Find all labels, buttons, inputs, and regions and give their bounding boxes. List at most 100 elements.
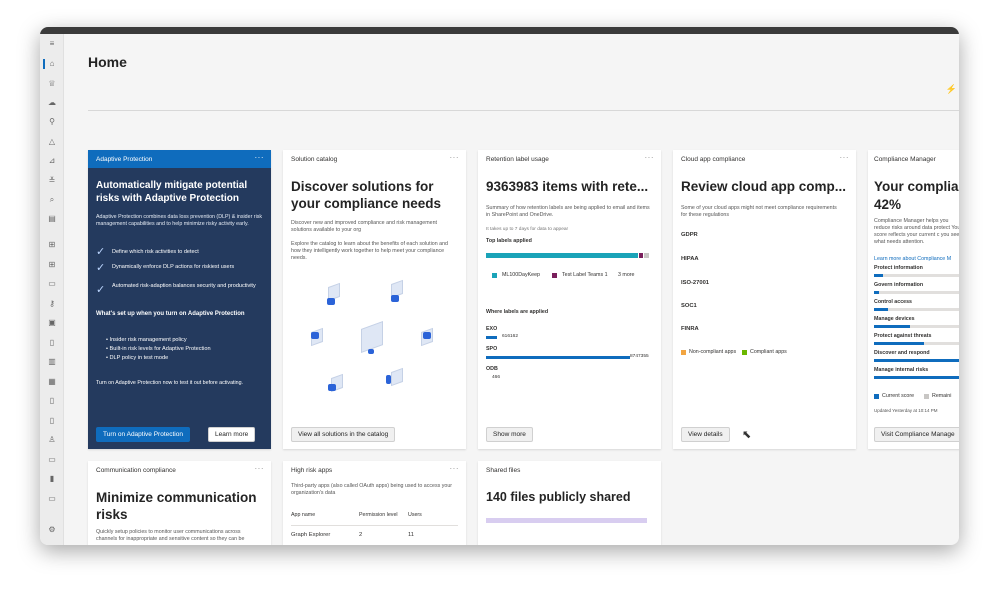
home-icon[interactable]: ⌂: [48, 60, 56, 68]
high-risk-apps-card: High risk apps ··· Third-party apps (als…: [283, 461, 466, 545]
view-catalog-button[interactable]: View all solutions in the catalog: [291, 427, 396, 442]
more-options-button[interactable]: ···: [255, 464, 265, 473]
retention-label-card: Retention label usage ··· 9363983 items …: [478, 150, 661, 449]
image-icon[interactable]: ▣: [48, 319, 56, 327]
legend-swatch: [492, 273, 497, 278]
action-bar: [874, 291, 959, 294]
action-bar: [874, 325, 959, 328]
calendar-icon[interactable]: ▤: [48, 215, 56, 223]
card-description: Compliance Manager helps you reduce risk…: [874, 218, 959, 245]
table-divider: [291, 525, 458, 526]
header-divider: [88, 110, 959, 111]
app-window: ≡ ⌂ ♕ ☁ ⚲ △ ⊿ ≚ ⌕ ▤ ⊞ ⊞ ▭ ⚷ ▣ ▯ ▥ ▦ ▯ ▯ …: [40, 27, 959, 545]
card-heading: Your complia: [874, 179, 959, 194]
card-description: Quickly setup policies to monitor user c…: [96, 529, 245, 542]
turn-on-adaptive-button[interactable]: Turn on Adaptive Protection: [96, 427, 190, 442]
action-bar: [874, 274, 959, 277]
setup-heading: What's set up when you turn on Adaptive …: [96, 311, 245, 317]
cloud-icon[interactable]: ☁: [48, 99, 56, 107]
card-description: Discover new and improved compliance and…: [291, 220, 438, 233]
building-icon[interactable]: ▥: [48, 358, 56, 366]
action-label: Manage devices: [874, 316, 915, 322]
card-title: Adaptive Protection: [96, 156, 153, 163]
search-icon[interactable]: ⌕: [48, 196, 56, 204]
card-heading: 140 files publicly shared: [486, 490, 631, 504]
location-value: 8747355: [630, 354, 649, 359]
action-bar: [874, 359, 959, 362]
regulation-label: HIPAA: [681, 256, 699, 262]
card-description-2: Explore the catalog to learn about the b…: [291, 241, 448, 261]
compliance-manager-card: Compliance Manager Your complia 42% Comp…: [868, 150, 959, 449]
visit-compliance-manager-button[interactable]: Visit Compliance Manage: [874, 427, 959, 442]
regulation-label: ISO-27001: [681, 280, 710, 286]
person-icon[interactable]: ♙: [48, 436, 56, 444]
grid-icon[interactable]: ⊞: [48, 241, 56, 249]
check-icon: ✓: [96, 284, 106, 296]
chart-icon[interactable]: ⊿: [48, 157, 56, 165]
doc4-icon[interactable]: ▯: [48, 417, 56, 425]
action-label: Control access: [874, 299, 912, 305]
doc-icon[interactable]: ▭: [48, 280, 56, 288]
top-labels-heading: Top labels applied: [486, 238, 532, 244]
location-value: 616162: [502, 334, 519, 339]
grid2-icon[interactable]: ⊞: [48, 261, 56, 269]
more-options-button[interactable]: ···: [450, 153, 460, 162]
check-icon: ✓: [96, 262, 106, 274]
more-options-button[interactable]: ···: [840, 153, 850, 162]
regulation-label: FINRA: [681, 326, 699, 332]
view-details-button[interactable]: View details: [681, 427, 730, 442]
legend-swatch: [552, 273, 557, 278]
column-header: Users: [408, 512, 422, 518]
activation-note: Turn on Adaptive Protection now to test …: [96, 380, 244, 386]
shared-files-card: Shared files 140 files publicly shared: [478, 461, 661, 545]
key-icon[interactable]: ⚷: [48, 300, 56, 308]
where-heading: Where labels are applied: [486, 309, 549, 315]
lightning-icon[interactable]: ⚡: [946, 84, 957, 95]
diagram-icon[interactable]: ⚲: [48, 118, 56, 126]
card-description: Third-party apps (also called OAuth apps…: [291, 483, 453, 496]
legend-label: Non-compliant apps: [689, 349, 737, 355]
adaptive-protection-card: Adaptive Protection ··· Automatically mi…: [88, 150, 271, 449]
regulation-label: GDPR: [681, 232, 698, 238]
learn-more-button[interactable]: Learn more: [208, 427, 256, 442]
setup-bullet: • Built-in risk levels for Adaptive Prot…: [106, 346, 211, 352]
card-heading: Review cloud app comp...: [681, 179, 847, 194]
filter-icon[interactable]: ≚: [48, 177, 56, 185]
solution-catalog-card: Solution catalog ··· Discover solutions …: [283, 150, 466, 449]
card-title: Retention label usage: [486, 156, 549, 163]
more-options-button[interactable]: ···: [255, 153, 265, 162]
legend-label: Current score: [882, 393, 915, 399]
doc3-icon[interactable]: ▯: [48, 397, 56, 405]
action-label: Govern information: [874, 282, 924, 288]
legend-more-link[interactable]: 3 more: [618, 272, 635, 278]
trophy-icon[interactable]: ♕: [48, 80, 56, 88]
card-title: Communication compliance: [96, 467, 176, 474]
card-heading: Discover solutions for your compliance n…: [291, 179, 442, 211]
settings-icon[interactable]: ⚙: [48, 526, 56, 534]
card-heading: 9363983 items with rete...: [486, 179, 649, 194]
trash-icon[interactable]: ▮: [48, 475, 56, 483]
setup-bullet: • Insider risk management policy: [106, 337, 187, 343]
shared-files-bar: [486, 518, 647, 523]
location-label: SPO: [486, 346, 498, 352]
archive-icon[interactable]: ▦: [48, 378, 56, 386]
card-description: Summary of how retention labels are bein…: [486, 205, 650, 218]
active-indicator: [43, 59, 45, 69]
legend-label: Test Label Teams 1: [562, 272, 608, 278]
show-more-button[interactable]: Show more: [486, 427, 533, 442]
table-cell[interactable]: Graph Explorer: [291, 532, 330, 538]
menu-icon[interactable]: ≡: [48, 40, 56, 48]
card-title: Compliance Manager: [874, 156, 936, 163]
legend-swatch: [924, 394, 929, 399]
doc5-icon[interactable]: ▭: [48, 456, 56, 464]
more-options-button[interactable]: ···: [450, 464, 460, 473]
solutions-illustration: [283, 270, 466, 410]
card-title: High risk apps: [291, 467, 333, 474]
alert-icon[interactable]: △: [48, 138, 56, 146]
learn-more-link[interactable]: Learn more about Compliance M: [874, 256, 951, 263]
device-icon[interactable]: ▭: [48, 495, 56, 503]
mouse-cursor-icon: ⬉: [742, 429, 752, 441]
more-options-button[interactable]: ···: [645, 153, 655, 162]
doc2-icon[interactable]: ▯: [48, 339, 56, 347]
action-label: Discover and respond: [874, 350, 930, 356]
